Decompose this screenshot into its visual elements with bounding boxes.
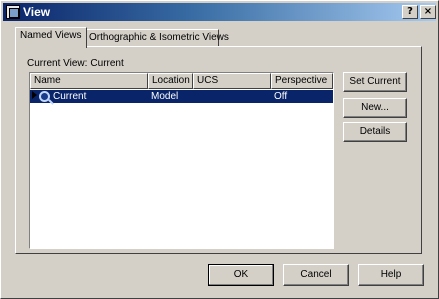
- close-icon[interactable]: ×: [420, 5, 436, 19]
- cancel-button[interactable]: Cancel: [283, 264, 349, 286]
- view-magnifier-icon: [39, 91, 50, 102]
- help-button[interactable]: Help: [358, 264, 424, 286]
- title-bar[interactable]: View ? ×: [3, 3, 436, 21]
- help-question-icon[interactable]: ?: [402, 5, 418, 19]
- current-row-arrow-icon: [32, 91, 37, 99]
- views-list[interactable]: Name Location UCS Perspective Current Mo…: [29, 72, 334, 249]
- cell-perspective: Off: [274, 91, 288, 102]
- list-item[interactable]: Current Model Off: [30, 90, 333, 103]
- window-title: View: [23, 5, 51, 19]
- cell-name: Current: [53, 91, 87, 102]
- list-header: Name Location UCS Perspective: [30, 73, 333, 89]
- new-view-button[interactable]: New...: [343, 98, 407, 118]
- tab-named-views[interactable]: Named Views: [15, 27, 87, 48]
- column-header-perspective[interactable]: Perspective: [271, 73, 333, 89]
- cell-location: Model: [151, 91, 179, 102]
- view-dialog: View ? × Named Views Orthographic & Isom…: [0, 0, 439, 299]
- cell-ucs: [196, 90, 270, 103]
- current-view-line: Current View: Current: [27, 58, 124, 69]
- details-button[interactable]: Details: [343, 122, 407, 142]
- column-header-name[interactable]: Name: [30, 73, 148, 89]
- view-app-icon: [6, 5, 20, 19]
- current-view-label: Current View:: [27, 58, 88, 69]
- current-view-value: Current: [90, 58, 124, 69]
- column-header-ucs[interactable]: UCS: [193, 73, 271, 89]
- tab-orthographic-isometric-views[interactable]: Orthographic & Isometric Views: [84, 29, 229, 47]
- set-current-button[interactable]: Set Current: [343, 72, 407, 92]
- column-header-location[interactable]: Location: [148, 73, 193, 89]
- ok-button[interactable]: OK: [208, 264, 274, 286]
